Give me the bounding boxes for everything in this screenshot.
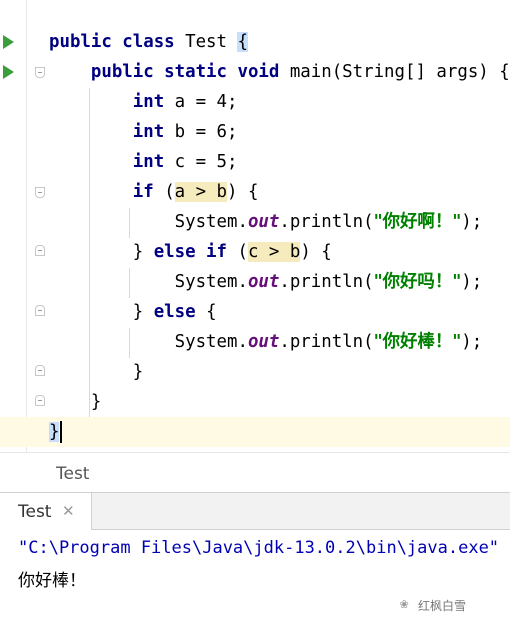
code-token: System. [49,332,248,352]
code-token: out [247,332,280,352]
code-text: public static void main(String[] args) { [49,57,510,87]
code-line[interactable]: int c = 5; [0,147,510,177]
code-token: } [49,242,154,262]
code-text: } [49,357,143,387]
code-token: System. [49,212,248,232]
code-token: "你好棒！" [373,332,462,352]
tab-label: Test [18,502,52,522]
code-token: b = 6; [164,122,238,142]
code-token: else [153,302,196,322]
code-token: ( [227,242,248,262]
breadcrumb-class-name[interactable]: Test [56,464,89,484]
code-token: ); [461,212,483,232]
code-text: int b = 6; [49,117,238,147]
code-text: public class Test { [49,27,248,57]
console-output-line: 你好棒！ [18,571,86,591]
code-token: { [237,32,248,52]
breadcrumb: Test [0,452,510,493]
code-line[interactable]: System.out.println("你好啊！"); [0,207,510,237]
code-token: Test [174,32,238,52]
code-token: { [195,302,217,322]
code-text: } else if (c > b) { [49,237,332,267]
watermark: 红枫白雪 [418,599,467,613]
code-token: } [49,392,102,412]
code-token: ( [153,182,175,202]
code-token: c = 5; [164,152,238,172]
code-line[interactable]: int b = 6; [0,117,510,147]
code-token: int [132,152,165,172]
wechat-logo-icon: ❀ [400,596,409,612]
code-token: c > b [247,242,301,262]
code-token: ) { [227,182,259,202]
text-cursor [60,421,63,443]
code-token: int [132,92,165,112]
console-output[interactable]: "C:\Program Files\Java\jdk-13.0.2\bin\ja… [0,530,510,629]
code-line[interactable]: System.out.println("你好吗！"); [0,267,510,297]
tab-test[interactable]: Test ✕ [0,493,92,530]
close-icon[interactable]: ✕ [62,502,75,520]
code-token: } [49,302,154,322]
code-token: else if [153,242,227,262]
console-command-line: "C:\Program Files\Java\jdk-13.0.2\bin\ja… [18,538,510,558]
code-token: ); [461,272,483,292]
run-tab-bar: Test ✕ [0,492,510,530]
code-text: } else { [49,297,217,327]
code-line[interactable]: } [0,417,510,447]
code-token: a = 4; [164,92,238,112]
code-line[interactable]: public static void main(String[] args) { [0,57,510,87]
code-editor[interactable]: public class Test { public static void m… [0,0,510,452]
code-text: } [49,417,63,447]
code-token: a > b [174,182,228,202]
code-token: ) { [300,242,332,262]
code-line[interactable]: System.out.println("你好棒！"); [0,327,510,357]
code-line[interactable]: } else { [0,297,510,327]
code-text: System.out.println("你好棒！"); [49,327,483,357]
code-line[interactable]: } [0,387,510,417]
code-line[interactable]: if (a > b) { [0,177,510,207]
code-text: int c = 5; [49,147,238,177]
code-text: System.out.println("你好啊！"); [49,207,483,237]
code-token: ); [461,332,483,352]
code-text: int a = 4; [49,87,238,117]
code-token: } [49,362,144,382]
code-token: } [49,422,60,442]
code-text: } [49,387,101,417]
code-token: public static void [90,62,280,82]
code-token: out [247,212,280,232]
code-token: "你好啊！" [373,212,462,232]
code-token: public class [49,32,175,52]
code-line[interactable]: } [0,357,510,387]
code-line[interactable]: int a = 4; [0,87,510,117]
code-token: main(String[] args) { [279,62,510,82]
code-token: .println( [279,212,374,232]
code-token: out [247,272,280,292]
code-token: .println( [279,272,374,292]
code-token: if [132,182,154,202]
code-line[interactable]: } else if (c > b) { [0,237,510,267]
code-token: .println( [279,332,374,352]
code-token: "你好吗！" [373,272,462,292]
code-token: int [132,122,165,142]
code-text: System.out.println("你好吗！"); [49,267,483,297]
code-text: if (a > b) { [49,177,258,207]
code-line[interactable]: public class Test { [0,27,510,57]
code-token: System. [49,272,248,292]
